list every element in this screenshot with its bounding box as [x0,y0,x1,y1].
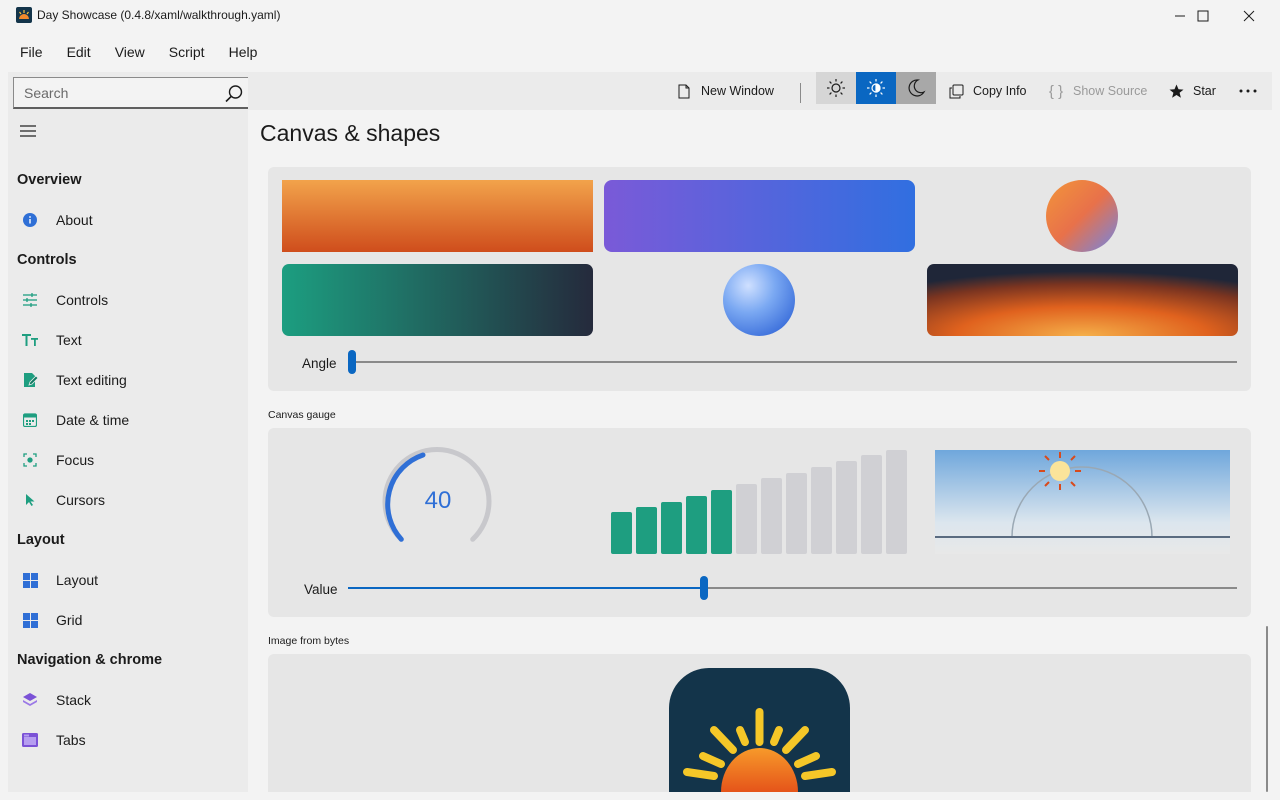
toolbar-separator [800,83,801,103]
menu-file[interactable]: File [8,38,55,66]
teal-dark-rounded-rect [282,264,593,336]
sidebar-item-focus[interactable]: Focus [8,442,248,478]
sidebar-item-label: Text [56,332,82,348]
sidebar-item-cursors[interactable]: Cursors [8,482,248,518]
image-from-bytes-section-label: Image from bytes [268,635,350,647]
sun-arc-scene [935,450,1230,554]
moon-icon [908,79,926,97]
nav-header-layout: Layout [17,532,65,548]
contrast-icon [867,79,885,97]
bar-meter [611,450,907,554]
page-title: Canvas & shapes [260,120,441,146]
value-slider-label: Value [304,582,338,597]
blue-sphere [723,264,795,336]
sidebar-item-date-time[interactable]: Date & time [8,402,248,438]
star-label: Star [1193,84,1216,98]
sidebar-item-layout[interactable]: Layout [8,562,248,598]
stack-icon [22,692,38,708]
layout-icon [22,572,38,588]
app-logo-icon [16,7,32,23]
title-bar: Day Showcase (0.4.8/xaml/walkthrough.yam… [0,0,1280,32]
document-icon [676,83,692,99]
nav-header-overview: Overview [17,172,82,188]
sliders-icon [22,292,38,308]
value-slider-thumb[interactable] [700,576,708,600]
main-scrollbar[interactable] [1266,626,1268,792]
calendar-icon [22,412,38,428]
new-window-label: New Window [701,84,774,98]
new-window-button[interactable]: New Window [676,72,774,110]
cursor-icon [22,492,38,508]
orange-gradient-rect [282,180,593,252]
nav-header-controls: Controls [17,252,77,268]
sidebar: Overview About Controls Controls Text Te… [8,72,251,792]
edit-document-icon [22,372,38,388]
menu-view[interactable]: View [103,38,157,66]
sidebar-item-label: Focus [56,452,95,468]
close-icon [1243,10,1255,22]
search-input[interactable] [14,84,214,101]
star-button[interactable]: Star [1168,72,1216,110]
show-source-label: Show Source [1073,84,1148,98]
grid-icon [22,612,38,628]
more-options-button[interactable] [1236,72,1260,110]
close-button[interactable] [1226,0,1272,32]
dark-theme-button[interactable] [896,72,936,104]
auto-theme-button[interactable] [856,72,896,104]
text-size-icon [22,332,38,348]
angle-slider-label: Angle [302,356,337,371]
focus-icon [22,452,38,468]
light-theme-button[interactable] [816,72,856,104]
tabs-icon [22,732,38,748]
sun-icon [827,79,845,97]
sidebar-item-label: Grid [56,612,83,628]
sidebar-item-label: Text editing [56,372,127,388]
angle-slider-thumb[interactable] [348,350,356,374]
sidebar-item-controls[interactable]: Controls [8,282,248,318]
search-icon[interactable] [224,84,244,104]
menu-edit[interactable]: Edit [55,38,103,66]
purple-blue-rounded-rect [604,180,915,252]
angle-slider-track[interactable] [352,361,1237,363]
hamburger-menu-icon[interactable] [19,124,37,138]
menu-script[interactable]: Script [157,38,217,66]
gauge-value: 40 [424,487,452,514]
value-slider-fill [348,587,704,589]
sidebar-item-label: Layout [56,572,99,588]
sidebar-item-label: Stack [56,692,92,708]
sidebar-item-stack[interactable]: Stack [8,682,248,718]
menu-help[interactable]: Help [217,38,270,66]
sidebar-item-label: Cursors [56,492,106,508]
sunrise-app-icon-image [669,668,850,792]
sidebar-item-label: About [56,212,93,228]
sidebar-item-text-editing[interactable]: Text editing [8,362,248,398]
toolbar: New Window Copy Info { } Show Source Sta… [248,72,1272,110]
sidebar-item-label: Controls [56,292,109,308]
show-source-button[interactable]: { } Show Source [1048,72,1147,110]
star-icon [1168,83,1184,99]
sidebar-item-text[interactable]: Text [8,322,248,358]
copy-info-label: Copy Info [973,84,1027,98]
nav-header-navigation-chrome: Navigation & chrome [17,652,163,668]
window-title: Day Showcase (0.4.8/xaml/walkthrough.yam… [37,8,281,22]
sunset-gradient-rect [927,264,1238,336]
more-icon [1239,89,1257,93]
info-icon [22,212,38,228]
canvas-gauge-section-label: Canvas gauge [268,409,336,421]
sidebar-item-label: Date & time [56,412,130,428]
sidebar-item-grid[interactable]: Grid [8,602,248,638]
copy-icon [948,83,964,99]
maximize-button[interactable] [1180,0,1226,32]
maximize-icon [1197,10,1209,22]
menu-bar: File Edit View Script Help [0,36,269,68]
gradient-circle [1046,180,1118,252]
search-box [13,77,251,109]
sidebar-item-about[interactable]: About [8,202,248,238]
sidebar-item-label: Tabs [56,732,86,748]
copy-info-button[interactable]: Copy Info [948,72,1027,110]
sidebar-item-tabs[interactable]: Tabs [8,722,248,758]
braces-icon: { } [1048,82,1064,100]
